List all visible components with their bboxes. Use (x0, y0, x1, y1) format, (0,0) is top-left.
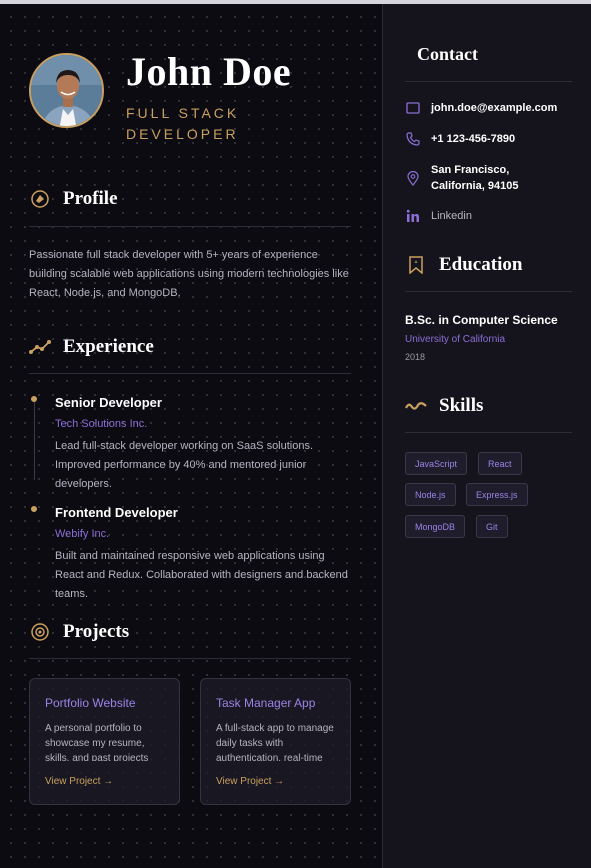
skill-chip: MongoDB (405, 515, 466, 538)
contact-divider (405, 81, 572, 82)
linkedin-text: Linkedin (431, 210, 472, 222)
skill-chip: React (478, 452, 522, 475)
experience-heading: Experience (63, 336, 154, 357)
person-name: John Doe (126, 49, 292, 94)
project-title: Portfolio Website (45, 696, 136, 710)
job-company: Webify Inc. (55, 528, 110, 540)
job-description: Lead full-stack developer working on Saa… (55, 440, 314, 490)
education-divider (405, 291, 572, 292)
user-icon (29, 188, 51, 210)
location-text: San Francisco, California, 94105 (431, 164, 519, 192)
bookmark-icon (405, 254, 427, 276)
skill-chip: Node.js (405, 483, 456, 506)
skill-chip: Git (476, 515, 508, 538)
project-title: Task Manager App (216, 696, 316, 710)
avatar (29, 53, 104, 128)
job-title: Senior Developer (55, 395, 162, 410)
profile-divider (29, 226, 351, 227)
education-year: 2018 (405, 352, 426, 362)
contact-linkedin[interactable]: Linkedin (405, 208, 472, 224)
skills-divider (405, 432, 572, 433)
education-heading: Education (439, 254, 523, 275)
profile-section-header: Profile (29, 188, 118, 210)
email-text: john.doe@example.com (431, 102, 558, 114)
projects-section-header: Projects (29, 621, 129, 643)
experience-section-header: Experience (29, 336, 154, 358)
projects-heading: Projects (63, 621, 130, 642)
job-description: Built and maintained responsive web appl… (55, 550, 348, 600)
timeline-line (34, 402, 35, 480)
job-company: Tech Solutions Inc. (55, 418, 148, 430)
linkedin-icon (405, 208, 421, 224)
view-project-link[interactable]: View Project → (216, 776, 284, 787)
skill-chip: Express.js (466, 483, 528, 506)
chart-line-icon (29, 336, 51, 358)
phone-text: +1 123-456-7890 (431, 133, 516, 145)
phone-icon (405, 131, 421, 147)
job-title: Frontend Developer (55, 505, 178, 520)
view-project-link[interactable]: View Project → (45, 776, 113, 787)
contact-phone[interactable]: +1 123-456-7890 (405, 131, 515, 147)
contact-section-header: Contact (417, 44, 478, 65)
envelope-icon (405, 100, 421, 116)
projects-divider (29, 658, 351, 659)
education-school: University of California (405, 334, 506, 345)
project-description: A personal portfolio to showcase my resu… (45, 723, 149, 761)
contact-heading: Contact (417, 44, 478, 64)
education-degree: B.Sc. in Computer Science (405, 313, 558, 327)
project-card[interactable]: Task Manager App A full-stack app to man… (200, 678, 351, 805)
wave-icon (405, 395, 427, 417)
profile-text: Passionate full stack developer with 5+ … (29, 249, 349, 299)
job-role: FULL STACK DEVELOPER (126, 105, 240, 142)
contact-location: San Francisco, California, 94105 (405, 162, 561, 194)
skills-heading: Skills (439, 395, 484, 416)
map-pin-icon (405, 170, 421, 186)
contact-email[interactable]: john.doe@example.com (405, 100, 557, 116)
target-icon (29, 621, 51, 643)
education-section-header: Education (405, 254, 522, 276)
timeline-dot (31, 396, 37, 402)
timeline-dot (31, 506, 37, 512)
skill-chip: JavaScript (405, 452, 468, 475)
skills-section-header: Skills (405, 395, 483, 417)
project-card[interactable]: Portfolio Website A personal portfolio t… (29, 678, 180, 805)
experience-divider (29, 373, 351, 374)
project-description: A full-stack app to manage daily tasks w… (216, 723, 334, 761)
profile-heading: Profile (63, 188, 118, 209)
